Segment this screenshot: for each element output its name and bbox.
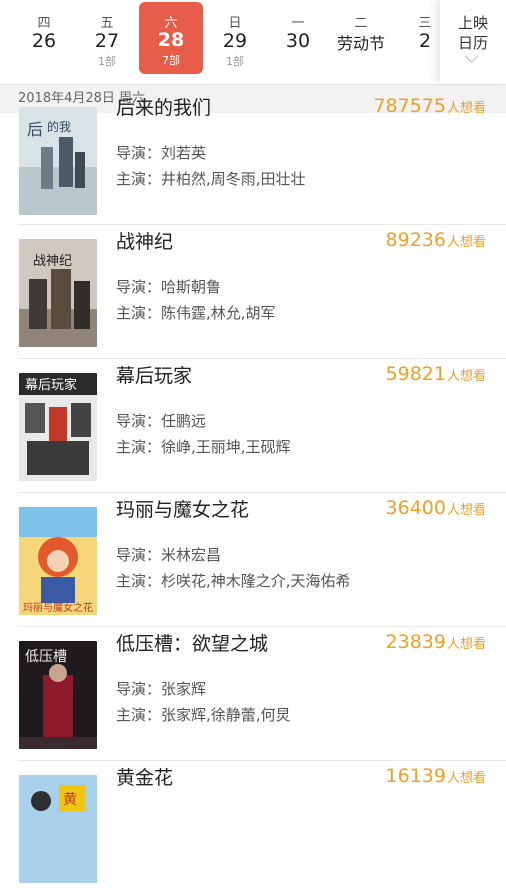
cast-names: 杉咲花,神木隆之介,天海佑希 <box>161 572 351 590</box>
day-number: 27 <box>94 30 120 52</box>
date-selector: 四 26 五 27 1部 六 28 7部 日 29 1部 一 30 二 劳动节 … <box>0 0 506 85</box>
cast-names: 张家辉,徐静蕾,何炅 <box>161 706 291 724</box>
movie-director: 导演：米林宏昌 <box>116 544 221 565</box>
movie-count: 7部 <box>162 54 180 67</box>
movie-cast: 主演：陈伟霆,林允,胡军 <box>116 302 276 323</box>
cast-label: 主演： <box>116 304 162 322</box>
movie-title[interactable]: 战神纪 <box>116 227 173 254</box>
cast-names: 徐峥,王丽坤,王砚辉 <box>161 438 291 456</box>
day-number: 28 <box>157 29 185 51</box>
day-number: 30 <box>285 30 311 52</box>
movie-director: 导演：任鹏远 <box>116 410 206 431</box>
movie-director: 导演：刘若英 <box>116 142 206 163</box>
movie-title[interactable]: 后来的我们 <box>116 93 211 120</box>
wish-number: 89236 <box>385 229 446 251</box>
wish-number: 59821 <box>385 363 446 385</box>
weekday-label: 二 <box>354 16 368 31</box>
movie-poster[interactable]: 低压槽 <box>19 641 97 749</box>
movie-title[interactable]: 玛丽与魔女之花 <box>116 495 249 522</box>
date-item-26[interactable]: 四 26 <box>12 0 76 84</box>
wish-count: 16139人想看 <box>386 765 486 787</box>
movie-poster[interactable]: 幕后玩家 <box>19 373 97 481</box>
wish-count: 787575人想看 <box>373 95 486 117</box>
wish-count: 36400人想看 <box>386 497 486 519</box>
date-item-27[interactable]: 五 27 1部 <box>75 0 139 84</box>
wish-count: 59821人想看 <box>386 363 486 385</box>
weekday-label: 一 <box>291 16 305 31</box>
cast-label: 主演： <box>116 572 162 590</box>
movie-item[interactable]: 低压槽 低压槽：欲望之城 23839人想看 导演：张家辉 主演：张家辉,徐静蕾,… <box>0 627 506 761</box>
director-name: 刘若英 <box>161 144 207 162</box>
movie-title[interactable]: 低压槽：欲望之城 <box>116 629 268 656</box>
weekday-label: 五 <box>100 16 114 31</box>
movie-poster[interactable]: 黄 <box>19 775 97 883</box>
svg-text:玛丽与魔女之花: 玛丽与魔女之花 <box>23 601 93 614</box>
weekday-label: 四 <box>37 16 51 31</box>
cast-label: 主演： <box>116 706 162 724</box>
director-name: 任鹏远 <box>161 412 207 430</box>
movie-item[interactable]: 后 的我 后来的我们 787575人想看 导演：刘若英 主演：井柏然,周冬雨,田… <box>0 91 506 225</box>
movie-cast: 主演：井柏然,周冬雨,田壮壮 <box>116 168 306 189</box>
day-number: 26 <box>31 30 57 52</box>
director-name: 米林宏昌 <box>161 546 222 564</box>
movie-item[interactable]: 战神纪 战神纪 89236人想看 导演：哈斯朝鲁 主演：陈伟霆,林允,胡军 <box>0 225 506 359</box>
wish-suffix: 人想看 <box>446 235 486 250</box>
svg-text:黄: 黄 <box>63 791 77 808</box>
movie-item[interactable]: 黄 黄金花 16139人想看 <box>0 761 506 895</box>
cast-names: 井柏然,周冬雨,田壮壮 <box>161 170 306 188</box>
director-name: 张家辉 <box>161 680 207 698</box>
cast-label: 主演： <box>116 170 162 188</box>
day-number: 29 <box>222 30 248 52</box>
director-label: 导演： <box>116 278 162 296</box>
movie-title[interactable]: 黄金花 <box>116 763 173 790</box>
wish-suffix: 人想看 <box>446 637 486 652</box>
wish-number: 787575 <box>373 95 446 117</box>
svg-text:低压槽: 低压槽 <box>25 649 67 665</box>
wish-number: 36400 <box>385 497 446 519</box>
wish-number: 23839 <box>385 631 446 653</box>
movie-item[interactable]: 玛丽与魔女之花 玛丽与魔女之花 36400人想看 导演：米林宏昌 主演：杉咲花,… <box>0 493 506 627</box>
day-number: 劳动节 <box>336 34 385 53</box>
wish-suffix: 人想看 <box>446 369 486 384</box>
calendar-button-label-1: 上映 <box>457 14 488 32</box>
movie-item[interactable]: 幕后玩家 幕后玩家 59821人想看 导演：任鹏远 主演：徐峥,王丽坤,王砚辉 <box>0 359 506 493</box>
movie-cast: 主演：杉咲花,神木隆之介,天海佑希 <box>116 570 351 591</box>
date-item-labor-day[interactable]: 二 劳动节 <box>329 0 393 84</box>
svg-text:幕后玩家: 幕后玩家 <box>25 377 77 393</box>
movie-title[interactable]: 幕后玩家 <box>116 361 192 388</box>
cast-label: 主演： <box>116 438 162 456</box>
movie-poster[interactable]: 后 的我 <box>19 107 97 215</box>
wish-count: 23839人想看 <box>386 631 486 653</box>
director-label: 导演： <box>116 144 162 162</box>
weekday-label: 日 <box>228 16 242 31</box>
movie-poster[interactable]: 玛丽与魔女之花 <box>19 507 97 615</box>
date-item-28-selected[interactable]: 六 28 7部 <box>139 2 203 74</box>
svg-text:后: 后 <box>27 120 43 139</box>
movie-director: 导演：张家辉 <box>116 678 206 699</box>
svg-text:的我: 的我 <box>47 119 71 134</box>
wish-suffix: 人想看 <box>446 101 486 116</box>
movie-count: 1部 <box>98 55 116 68</box>
calendar-button-label-2: 日历 <box>457 34 488 52</box>
wish-suffix: 人想看 <box>446 771 486 786</box>
date-item-30[interactable]: 一 30 <box>266 0 330 84</box>
svg-text:战神纪: 战神纪 <box>33 254 72 269</box>
movie-count: 1部 <box>226 55 244 68</box>
date-item-29[interactable]: 日 29 1部 <box>203 0 267 84</box>
director-label: 导演： <box>116 546 162 564</box>
wish-number: 16139 <box>385 765 446 787</box>
movie-cast: 主演：张家辉,徐静蕾,何炅 <box>116 704 291 725</box>
wish-count: 89236人想看 <box>386 229 486 251</box>
movie-poster[interactable]: 战神纪 <box>19 239 97 347</box>
cast-names: 陈伟霆,林允,胡军 <box>161 304 276 322</box>
release-calendar-button[interactable]: 上映 日历 <box>440 0 506 84</box>
director-name: 哈斯朝鲁 <box>161 278 222 296</box>
director-label: 导演： <box>116 680 162 698</box>
director-label: 导演： <box>116 412 162 430</box>
movie-cast: 主演：徐峥,王丽坤,王砚辉 <box>116 436 291 457</box>
wish-suffix: 人想看 <box>446 503 486 518</box>
movie-director: 导演：哈斯朝鲁 <box>116 276 221 297</box>
